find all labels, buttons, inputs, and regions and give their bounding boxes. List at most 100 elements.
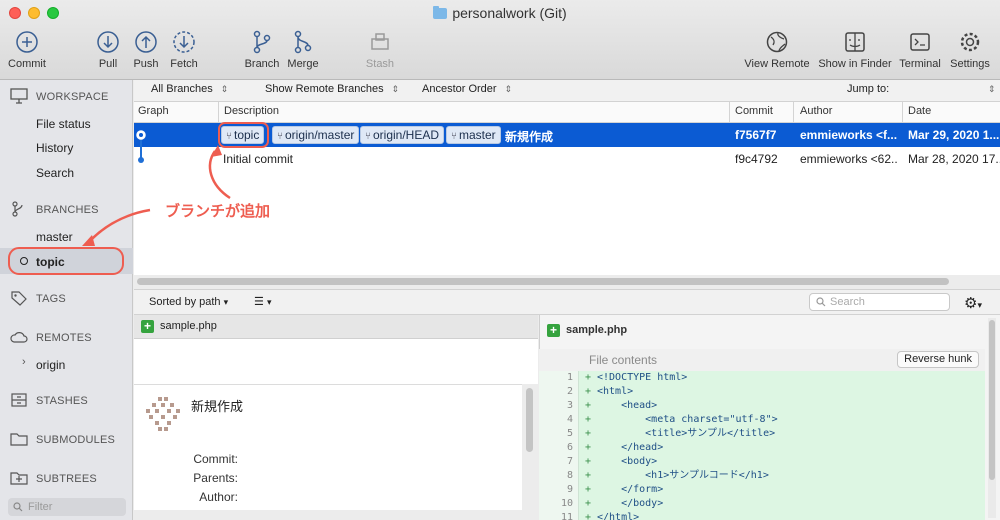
branch-label-topic[interactable]: ⑂ topic — [221, 126, 265, 144]
sort-select[interactable]: Sorted by path ▾ — [149, 296, 228, 308]
pull-button[interactable]: Pull — [94, 30, 122, 70]
remote-branches-select[interactable]: Show Remote Branches ⇕ — [265, 83, 399, 95]
sidebar-item-search[interactable]: Search — [36, 166, 74, 180]
push-icon — [134, 30, 158, 54]
sidebar-item-file-status[interactable]: File status — [36, 117, 91, 131]
push-button[interactable]: Push — [131, 30, 161, 70]
show-in-finder-button[interactable]: Show in Finder — [817, 30, 893, 70]
order-select[interactable]: Ancestor Order ⇕ — [422, 83, 512, 95]
commit-description: 新規作成 — [505, 130, 554, 144]
tag-icon — [10, 290, 28, 306]
monitor-icon — [10, 88, 28, 104]
finder-icon — [843, 30, 867, 54]
column-graph[interactable]: Graph — [138, 105, 169, 117]
added-file-icon: + — [547, 324, 560, 337]
commit-button[interactable]: Commit — [7, 30, 47, 70]
parents-label: Parents: — [193, 471, 238, 485]
sidebar-section-subtrees[interactable]: SUBTREES — [10, 470, 97, 486]
diff-line: 6 + </head> — [566, 442, 664, 453]
author-label: Author: — [199, 490, 238, 504]
diff-line: 5 + <title>サンプル</title> — [566, 428, 776, 439]
sidebar-section-submodules[interactable]: SUBMODULES — [10, 431, 115, 447]
diff-scrollbar[interactable] — [988, 318, 996, 518]
merge-button[interactable]: Merge — [286, 30, 320, 70]
sidebar-filter-input[interactable]: Filter — [8, 498, 126, 516]
commit-icon — [15, 30, 39, 54]
chevron-down-icon: ▾ — [266, 297, 272, 307]
file-name[interactable]: sample.php — [160, 320, 217, 332]
commit-author: emmieworks <62... — [800, 152, 898, 166]
vertical-scrollbar[interactable] — [526, 388, 533, 452]
fetch-button[interactable]: Fetch — [168, 30, 200, 70]
added-file-icon: + — [141, 320, 154, 333]
subtree-icon — [10, 470, 28, 486]
file-list-area — [134, 339, 538, 384]
graph-node-icon — [138, 157, 144, 163]
sidebar-item-branch-topic[interactable]: topic — [36, 255, 65, 269]
updown-chevron-icon: ⇕ — [988, 84, 996, 94]
stash-icon — [10, 392, 28, 408]
column-author[interactable]: Author — [800, 105, 832, 117]
diff-line: 1 + <!DOCTYPE html> — [566, 372, 688, 383]
column-date[interactable]: Date — [908, 105, 931, 117]
horizontal-scrollbar[interactable] — [137, 278, 949, 285]
diff-line: 2 + <html> — [566, 386, 634, 397]
stash-icon — [368, 30, 392, 54]
sidebar-section-branches[interactable]: BRANCHES — [10, 201, 99, 217]
diff-line: 3 + <head> — [566, 400, 658, 411]
branch-button[interactable]: Branch — [244, 30, 280, 70]
branch-label-origin-head[interactable]: ⑂ origin/HEAD — [360, 126, 445, 144]
column-commit[interactable]: Commit — [735, 105, 773, 117]
gear-icon — [958, 30, 982, 54]
settings-button[interactable]: Settings — [949, 30, 991, 70]
chevron-down-icon: ▾ — [223, 297, 229, 307]
cloud-icon — [10, 329, 28, 345]
reverse-hunk-button[interactable]: Reverse hunk — [897, 351, 979, 368]
commit-hash: f7567f7 — [735, 128, 777, 142]
avatar — [144, 395, 182, 433]
annotation-label: ブランチが追加 — [165, 203, 271, 220]
commit-date: Mar 28, 2020 17... — [908, 152, 1000, 166]
sidebar-item-history[interactable]: History — [36, 141, 73, 155]
sidebar-section-workspace[interactable]: WORKSPACE — [10, 88, 109, 104]
branch-label-master[interactable]: ⑂ master — [446, 126, 501, 144]
sidebar-item-branch-master[interactable]: master — [36, 230, 73, 244]
commit-hash: f9c4792 — [735, 152, 778, 166]
branch-filter-select[interactable]: All Branches ⇕ — [151, 83, 228, 95]
diff-line: 4 + <meta charset="utf-8"> — [566, 414, 778, 425]
table-row[interactable]: Initial commit f9c4792 emmieworks <62...… — [134, 147, 1000, 171]
view-remote-button[interactable]: View Remote — [744, 30, 810, 70]
folder-icon — [10, 431, 28, 447]
diff-file-name: sample.php — [566, 324, 628, 336]
file-list-toolbar: Sorted by path ▾ ☰ ▾ Search ⚙▾ — [134, 289, 1000, 315]
sidebar-section-stashes[interactable]: STASHES — [10, 392, 88, 408]
updown-chevron-icon: ⇕ — [504, 84, 513, 94]
jump-to-label: Jump to: — [847, 83, 890, 95]
gear-icon[interactable]: ⚙▾ — [964, 294, 982, 312]
commit-table-header: Graph Description Commit Author Date — [134, 102, 1000, 123]
sidebar-section-remotes[interactable]: REMOTES — [10, 329, 92, 345]
pull-icon — [96, 30, 120, 54]
sidebar-item-remote-origin[interactable]: origin — [36, 358, 65, 372]
branch-label-origin-master[interactable]: ⑂ origin/master — [272, 126, 360, 144]
column-description[interactable]: Description — [224, 105, 279, 117]
merge-icon — [291, 30, 315, 54]
commit-description: Initial commit — [223, 152, 294, 166]
branch-icon — [250, 30, 274, 54]
table-row[interactable]: ⑂ topic ⑂ origin/master ⑂ origin/HEAD ⑂ mast… — [134, 123, 1000, 160]
title-bar: personalwork (Git) Commit Pull Push Fetc… — [0, 0, 1000, 80]
hunk-header: File contents Reverse hunk — [539, 349, 985, 371]
commit-info-panel: 新規作成 Commit: Parents: Author: — [134, 384, 522, 510]
diff-content: 1 + <!DOCTYPE html> 2 + <html> 3 + <head> 4 + … — [539, 371, 985, 520]
chevron-right-icon[interactable]: › — [22, 356, 26, 368]
search-input[interactable]: Search — [809, 293, 950, 311]
globe-icon — [765, 30, 789, 54]
sidebar-section-tags[interactable]: TAGS — [10, 290, 66, 306]
stash-button[interactable]: Stash — [364, 30, 396, 70]
updown-chevron-icon: ⇕ — [391, 84, 400, 94]
sidebar: WORKSPACE File status History Search BRA… — [0, 80, 133, 520]
terminal-button[interactable]: Terminal — [898, 30, 942, 70]
view-mode-select[interactable]: ☰ ▾ — [254, 295, 271, 308]
commit-label: Commit: — [193, 452, 238, 466]
jump-to-select[interactable]: ⇕ — [980, 83, 996, 95]
